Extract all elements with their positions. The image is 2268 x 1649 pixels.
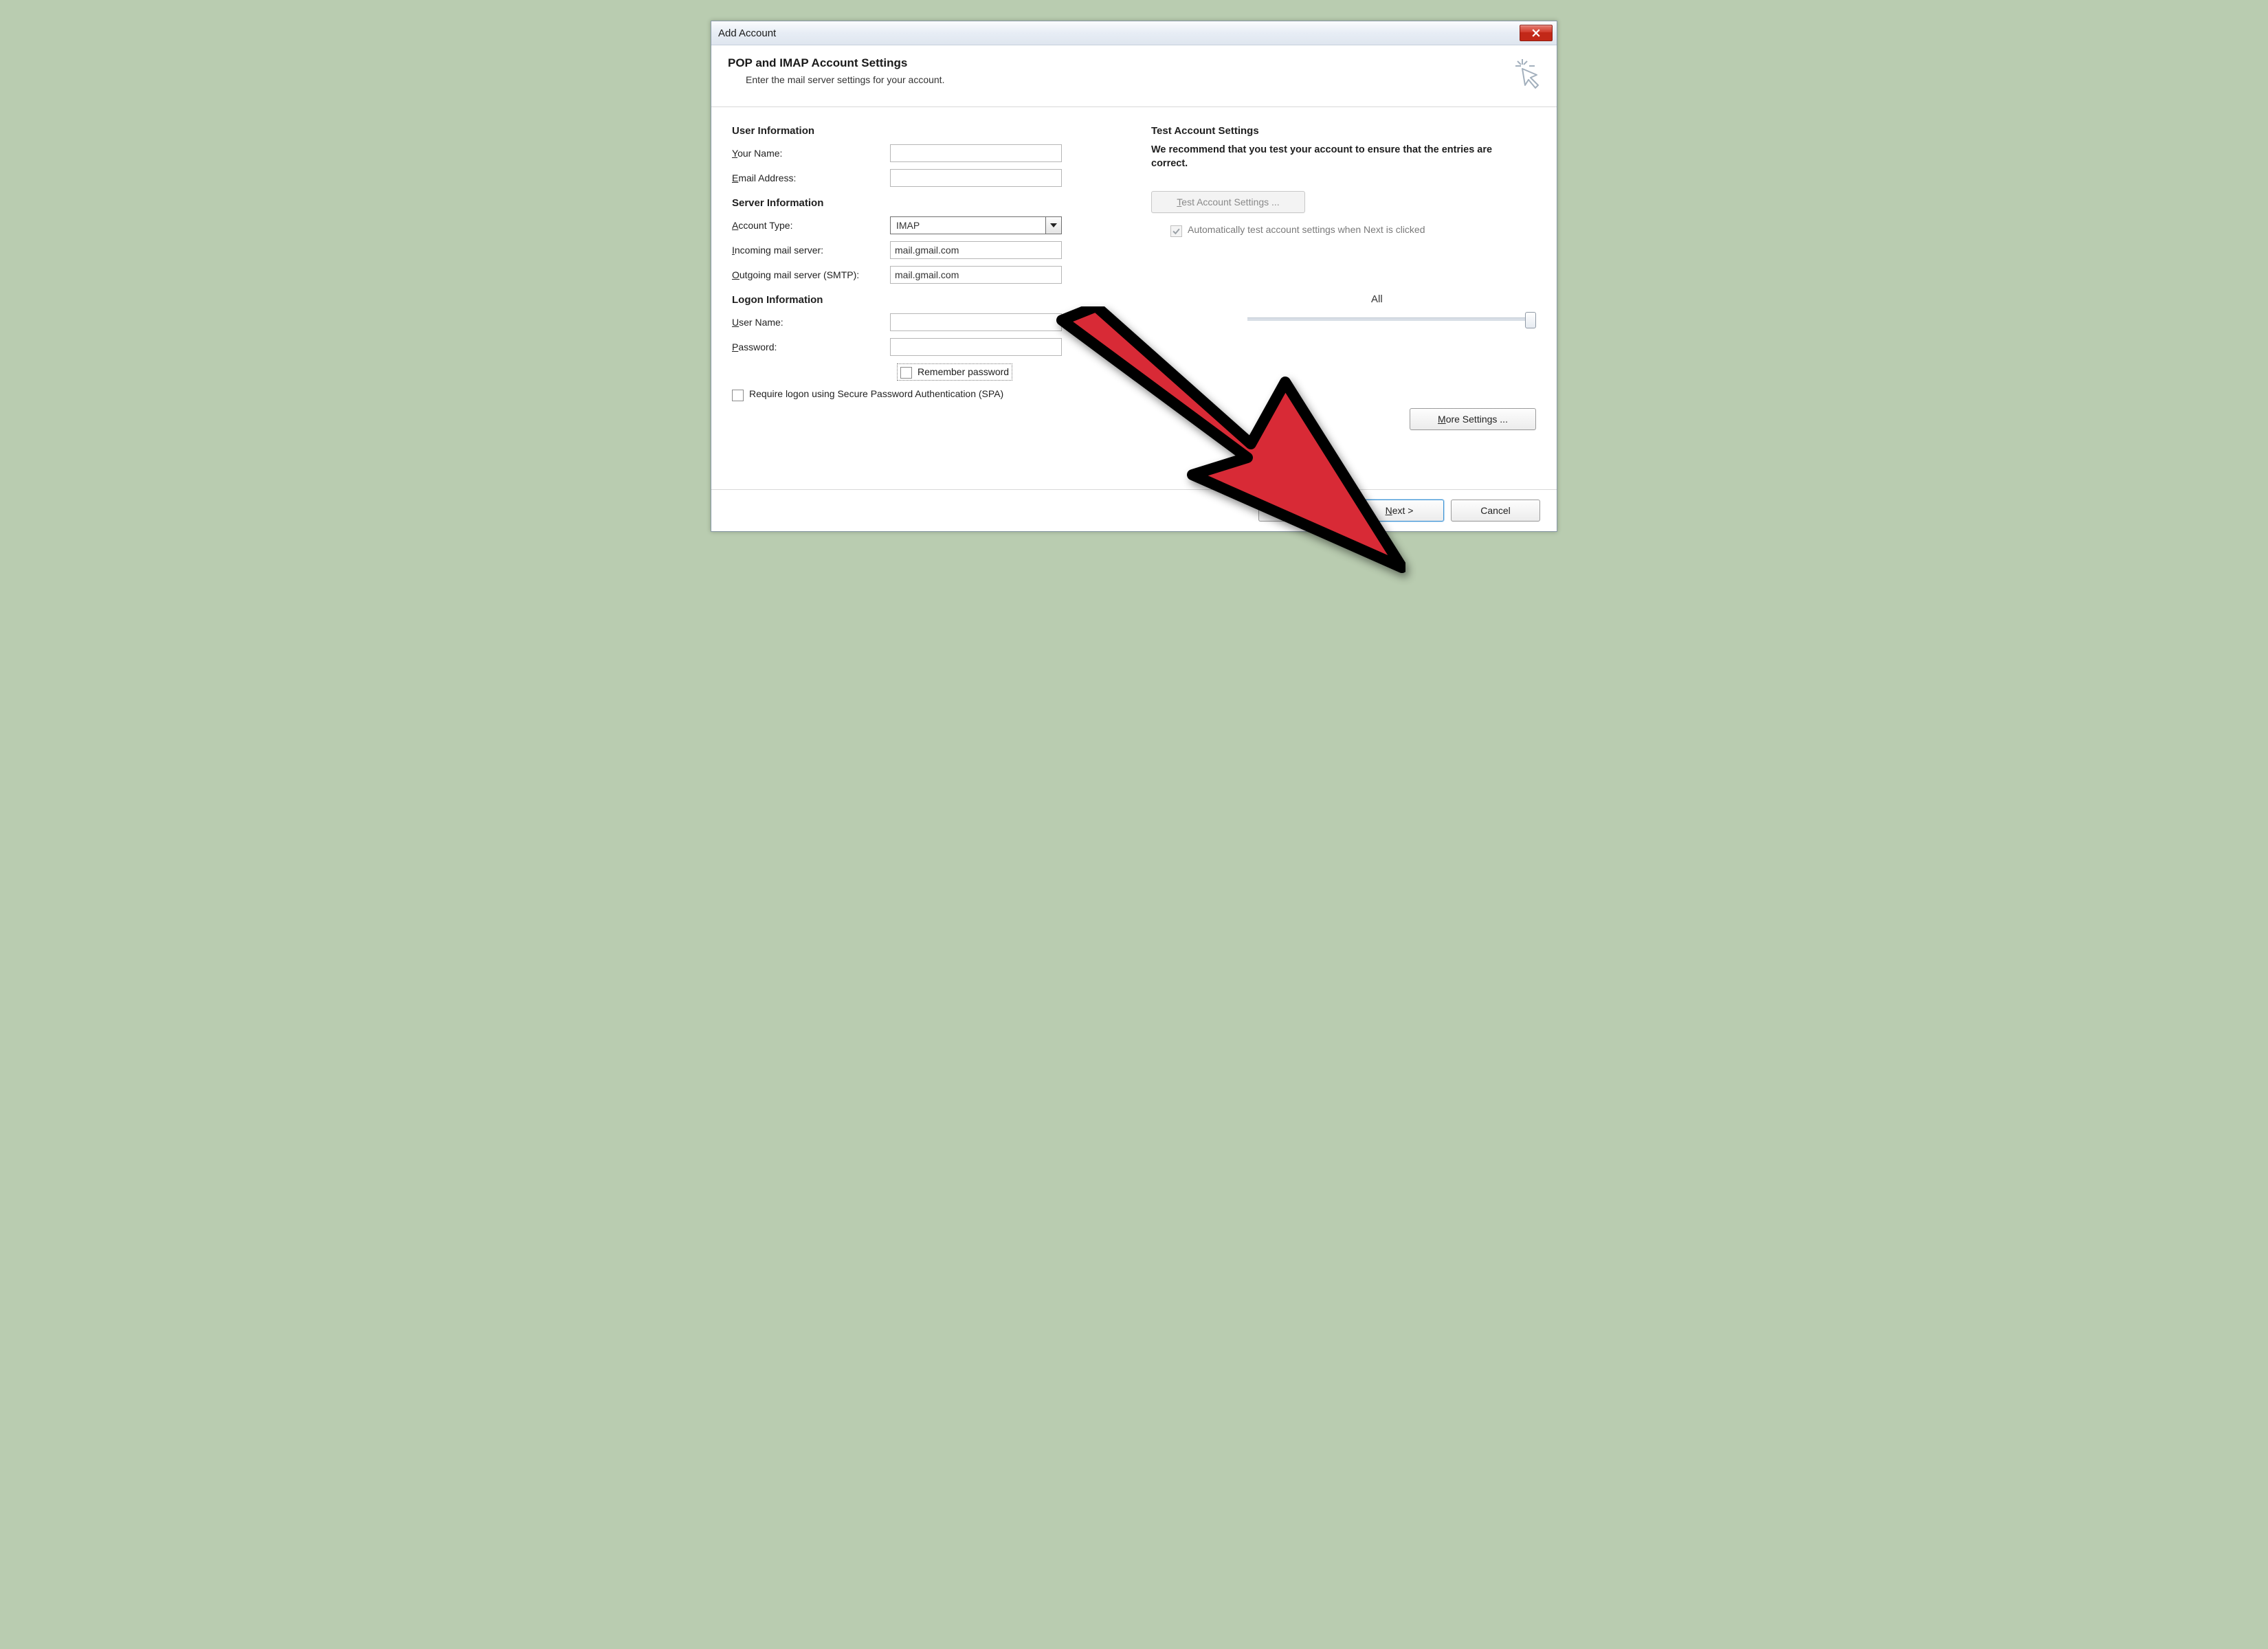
add-account-dialog: Add Account POP and IMAP Account Setting… [711, 21, 1557, 532]
checkbox-auto-test[interactable] [1170, 225, 1182, 237]
label-incoming-server: Incoming mail server: [732, 245, 890, 256]
chevron-down-icon [1045, 217, 1061, 234]
header-heading: POP and IMAP Account Settings [728, 56, 944, 70]
section-logon-info: Logon Information [732, 294, 1117, 306]
input-your-name[interactable] [890, 144, 1062, 162]
cursor-click-icon [1510, 56, 1540, 94]
back-button[interactable]: < Back [1258, 500, 1348, 521]
input-username[interactable] [890, 313, 1062, 331]
input-password[interactable] [890, 338, 1062, 356]
input-outgoing-server[interactable] [890, 266, 1062, 284]
dialog-footer: < Back Next > Cancel [711, 489, 1557, 531]
cancel-button[interactable]: Cancel [1451, 500, 1540, 521]
close-button[interactable] [1520, 25, 1553, 41]
section-server-info: Server Information [732, 197, 1117, 209]
test-account-settings-button[interactable]: Test Account Settings ... [1151, 191, 1305, 213]
header-subheading: Enter the mail server settings for your … [746, 74, 944, 85]
slider-thumb[interactable] [1525, 312, 1536, 328]
label-your-name: Your Name: [732, 148, 890, 159]
test-account-desc: We recommend that you test your account … [1151, 144, 1509, 170]
dialog-header: POP and IMAP Account Settings Enter the … [711, 45, 1557, 107]
section-user-info: User Information [732, 125, 1117, 137]
select-account-type[interactable]: IMAP [890, 216, 1062, 234]
close-icon [1532, 29, 1540, 37]
label-outgoing-server: Outgoing mail server (SMTP): [732, 269, 890, 280]
label-auto-test: Automatically test account settings when… [1188, 224, 1425, 235]
label-password: Password: [732, 341, 890, 352]
label-username: User Name: [732, 317, 890, 328]
slider-label-all: All [1371, 293, 1383, 305]
checkbox-remember-password[interactable] [900, 367, 912, 379]
select-account-type-value: IMAP [896, 220, 920, 231]
label-email: Email Address: [732, 172, 890, 183]
label-require-spa: Require logon using Secure Password Auth… [749, 388, 1003, 399]
left-column: User Information Your Name: Email Addres… [732, 125, 1117, 482]
label-account-type: Account Type: [732, 220, 890, 231]
section-test-account: Test Account Settings [1151, 125, 1536, 137]
mail-offline-slider[interactable] [1247, 317, 1536, 321]
titlebar: Add Account [711, 21, 1557, 45]
input-incoming-server[interactable] [890, 241, 1062, 259]
check-icon [1172, 227, 1180, 235]
input-email[interactable] [890, 169, 1062, 187]
window-title: Add Account [718, 27, 776, 39]
next-button[interactable]: Next > [1355, 500, 1444, 521]
checkbox-require-spa[interactable] [732, 390, 744, 401]
label-remember-password: Remember password [918, 366, 1009, 377]
more-settings-button[interactable]: More Settings ... [1410, 408, 1536, 430]
